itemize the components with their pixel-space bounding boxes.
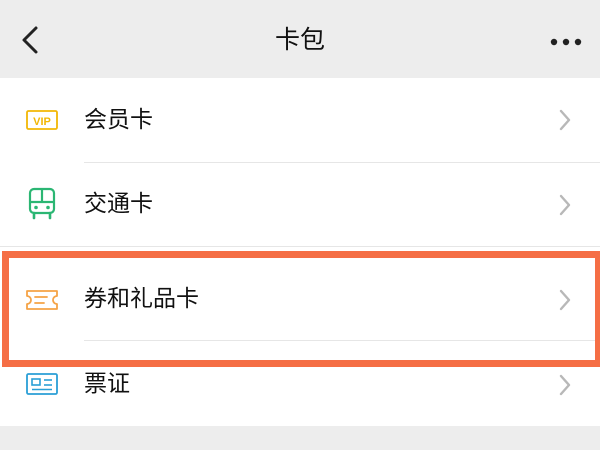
divider bbox=[0, 246, 600, 247]
page-title: 卡包 bbox=[274, 25, 325, 54]
divider bbox=[84, 340, 600, 341]
list-item-label: 会员卡 bbox=[84, 107, 153, 133]
card-wallet-screen: 卡包 VIP 会员卡 交通卡 券和礼品卡 票证 bbox=[0, 0, 600, 450]
more-button[interactable] bbox=[546, 22, 586, 62]
list-item-transit-card[interactable]: 交通卡 bbox=[0, 163, 600, 247]
ticket-icon bbox=[24, 282, 60, 318]
list-item-coupons-gift-cards[interactable]: 券和礼品卡 bbox=[0, 254, 600, 342]
navigation-bar: 卡包 bbox=[0, 0, 600, 78]
list-item-tickets-ids[interactable]: 票证 bbox=[0, 348, 600, 426]
bottom-spacer bbox=[0, 426, 600, 450]
list-item-label: 票证 bbox=[84, 371, 130, 397]
list-item-label: 券和礼品卡 bbox=[84, 286, 199, 312]
card-list: VIP 会员卡 交通卡 券和礼品卡 票证 bbox=[0, 78, 600, 426]
chevron-right-icon bbox=[559, 289, 571, 311]
chevron-right-icon bbox=[559, 374, 571, 396]
id-card-icon bbox=[24, 366, 60, 402]
chevron-right-icon bbox=[559, 109, 571, 131]
svg-text:VIP: VIP bbox=[33, 116, 51, 128]
bus-icon bbox=[24, 186, 60, 222]
vip-card-icon: VIP bbox=[24, 102, 60, 138]
chevron-right-icon bbox=[559, 194, 571, 216]
list-item-label: 交通卡 bbox=[84, 191, 153, 217]
more-dots-icon bbox=[550, 38, 582, 46]
list-item-membership-card[interactable]: VIP 会员卡 bbox=[0, 78, 600, 162]
